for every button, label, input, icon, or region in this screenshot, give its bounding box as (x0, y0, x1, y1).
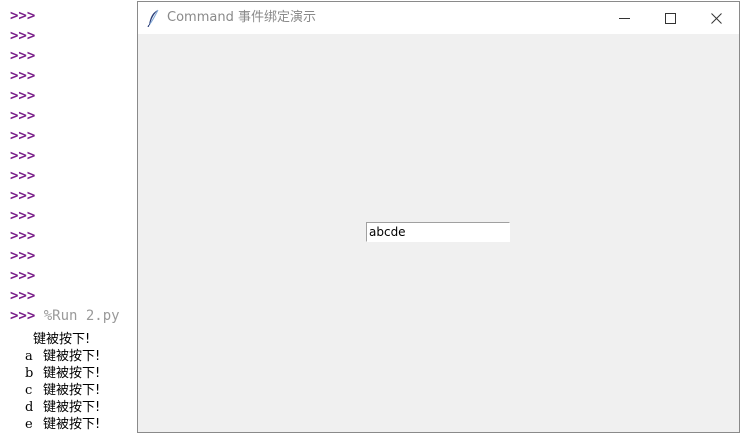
shell-prompt: >>> (10, 168, 36, 184)
shell-output-line: c 键被按下! (25, 382, 100, 399)
shell-prompt: >>> (10, 288, 36, 304)
shell-prompt: >>> (10, 188, 36, 204)
tk-window[interactable]: Command 事件绑定演示 abcde (137, 1, 740, 433)
shell-prompt-line: >>> (10, 86, 35, 106)
output-message: 键被按下! (43, 383, 101, 398)
maximize-button[interactable] (647, 2, 693, 34)
window-titlebar[interactable]: Command 事件绑定演示 (138, 2, 739, 34)
shell-prompt: >>> (10, 28, 36, 44)
shell-prompt-line: >>> (10, 6, 35, 26)
feather-icon (147, 9, 161, 28)
shell-prompt-line: >>> (10, 46, 35, 66)
output-key: d (25, 400, 34, 415)
output-key: a (25, 349, 33, 364)
shell-prompt: >>> (10, 88, 36, 104)
maximize-icon (664, 9, 676, 28)
shell-prompt-line: >>> (10, 106, 35, 126)
shell-prompt-line: >>> (10, 286, 35, 306)
output-message: 键被按下! (43, 400, 101, 415)
shell-prompt-line: >>> (10, 126, 35, 146)
shell-prompt: >>> (10, 228, 36, 244)
shell-prompt-line: >>> (10, 266, 35, 286)
shell-prompt-line: >>> (10, 246, 35, 266)
shell-prompt-line: >>> (10, 186, 35, 206)
output-key: e (25, 417, 33, 432)
output-key: c (25, 383, 33, 398)
shell-run-line: >>> %Run 2.py (10, 306, 120, 326)
minimize-icon (618, 9, 630, 28)
output-message: 键被按下! (33, 332, 91, 347)
shell-output-line: d 键被按下! (25, 399, 100, 416)
output-key: b (25, 366, 34, 381)
shell-prompt: >>> (10, 268, 36, 284)
shell-output-line: a 键被按下! (25, 348, 100, 365)
shell-prompt: >>> (10, 148, 36, 164)
shell-output-line: e 键被按下! (25, 416, 100, 433)
shell-prompt: >>> (10, 208, 36, 224)
shell-prompt: >>> (10, 108, 36, 124)
shell-prompt: >>> (10, 68, 36, 84)
shell-prompt-line: >>> (10, 206, 35, 226)
shell-prompt: >>> (10, 8, 36, 24)
output-message: 键被按下! (43, 417, 101, 432)
shell-prompt: >>> (10, 308, 36, 324)
close-button[interactable] (693, 2, 739, 34)
shell-prompt: >>> (10, 128, 36, 144)
shell-prompt-line: >>> (10, 226, 35, 246)
shell-prompt: >>> (10, 248, 36, 264)
shell-prompt-line: >>> (10, 26, 35, 46)
text-entry[interactable]: abcde (366, 222, 510, 242)
shell-output-line: b 键被按下! (25, 365, 100, 382)
window-title: Command 事件绑定演示 (167, 10, 316, 25)
close-icon (710, 9, 722, 28)
shell-prompt: >>> (10, 48, 36, 64)
shell-prompt-line: >>> (10, 66, 35, 86)
shell-prompt-line: >>> (10, 166, 35, 186)
shell-output-line: 键被按下! (15, 331, 90, 348)
minimize-button[interactable] (601, 2, 647, 34)
run-command: %Run 2.py (43, 308, 120, 324)
output-message: 键被按下! (43, 366, 101, 381)
output-message: 键被按下! (43, 349, 101, 364)
shell-prompt-line: >>> (10, 146, 35, 166)
